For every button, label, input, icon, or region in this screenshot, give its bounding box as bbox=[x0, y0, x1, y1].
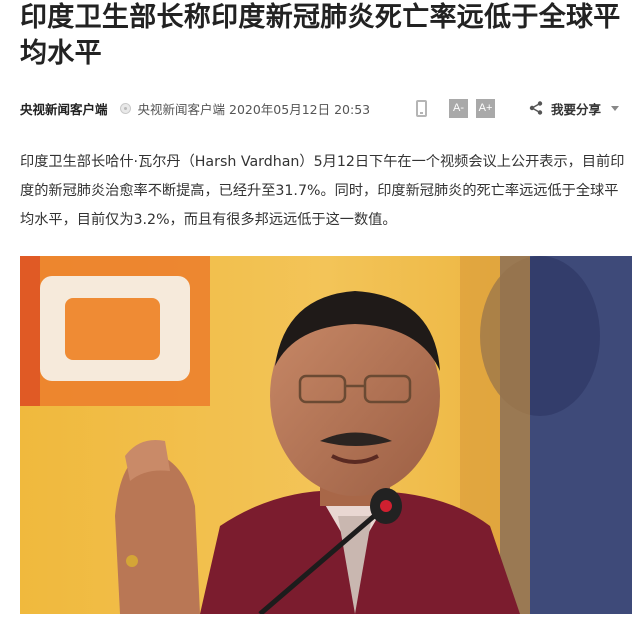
info-dot-icon bbox=[119, 102, 131, 114]
publish-info: 央视新闻客户端 2020年05月12日 20:53 bbox=[137, 101, 371, 117]
article-photo bbox=[20, 256, 632, 614]
article-tools: A- A+ bbox=[416, 97, 503, 119]
article-paragraph: 印度卫生部长哈什·瓦尔丹（Harsh Vardhan）5月12日下午在一个视频会… bbox=[20, 154, 625, 228]
article-page: 印度卫生部长称印度新冠肺炎死亡率远低于全球平均水平 央视新闻客户端 央视新闻客户… bbox=[0, 0, 641, 620]
share-label: 我要分享 bbox=[551, 101, 602, 117]
source-name[interactable]: 央视新闻客户端 bbox=[20, 99, 108, 118]
phone-icon[interactable] bbox=[416, 99, 427, 117]
press-conference-photo bbox=[20, 256, 632, 614]
font-smaller-button[interactable]: A- bbox=[449, 98, 468, 118]
share-icon bbox=[529, 101, 543, 115]
share-button[interactable]: 我要分享 bbox=[529, 97, 620, 119]
caret-down-icon bbox=[611, 105, 620, 111]
font-larger-button[interactable]: A+ bbox=[476, 98, 495, 118]
article-meta-bar: 央视新闻客户端 央视新闻客户端 2020年05月12日 20:53 A- A+ … bbox=[20, 97, 630, 119]
article-title: 印度卫生部长称印度新冠肺炎死亡率远低于全球平均水平 bbox=[20, 2, 621, 69]
